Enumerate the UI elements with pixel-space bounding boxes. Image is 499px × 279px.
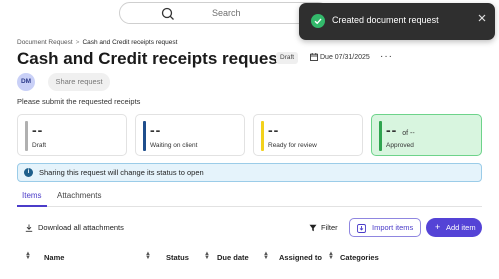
breadcrumb: Document Request > Cash and Credit receipt…: [17, 39, 177, 46]
status-label: Approved: [386, 142, 414, 149]
calendar-icon: [310, 53, 318, 61]
status-color-bar: [379, 121, 382, 151]
status-color-bar: [261, 121, 264, 151]
check-circle-icon: [311, 14, 325, 28]
filter-button[interactable]: Filter: [309, 223, 338, 232]
info-banner: i Sharing this request will change its s…: [17, 163, 482, 182]
info-icon: i: [24, 168, 33, 177]
tab-bar: Items Attachments: [17, 188, 482, 207]
breadcrumb-parent-link[interactable]: Document Request: [17, 39, 73, 46]
status-card-ready-for-review[interactable]: -- Ready for review: [253, 114, 363, 156]
status-count: --: [32, 122, 44, 138]
plus-icon: +: [435, 222, 441, 232]
active-tab-indicator: [17, 205, 47, 207]
approved-of-total: of --: [402, 130, 415, 137]
status-card-approved[interactable]: -- of -- Approved: [371, 114, 482, 156]
download-all-button[interactable]: Download all attachments: [25, 223, 124, 232]
status-card-draft[interactable]: -- Draft: [17, 114, 127, 156]
request-instructions: Please submit the requested receipts: [17, 97, 141, 106]
sort-assigned-to-icon[interactable]: ▲ ▼: [328, 251, 334, 261]
column-header-status[interactable]: Status: [166, 253, 189, 262]
status-label: Draft: [32, 142, 47, 149]
toast-message: Created document request: [332, 15, 439, 25]
sort-name-icon[interactable]: ▲ ▼: [145, 251, 151, 261]
column-header-name[interactable]: Name: [44, 253, 64, 262]
column-header-assigned-to[interactable]: Assigned to: [279, 253, 322, 262]
due-date[interactable]: Due 07/31/2025: [310, 53, 370, 61]
select-sort-icon[interactable]: ▲ ▼: [25, 251, 31, 261]
breadcrumb-separator: >: [75, 39, 80, 46]
search-placeholder: Search: [212, 8, 241, 18]
import-items-button[interactable]: Import items: [349, 218, 421, 237]
search-input[interactable]: Search: [119, 2, 329, 24]
status-count: --: [268, 122, 280, 138]
table-header: ▲ ▼ Name ▲ ▼ Status ▲ ▼ Due date ▲ ▼ Assigne…: [17, 249, 482, 265]
share-request-button[interactable]: Share request: [48, 73, 110, 91]
sort-due-date-icon[interactable]: ▲ ▼: [263, 251, 269, 261]
status-color-bar: [143, 121, 146, 151]
download-icon: [25, 224, 33, 232]
breadcrumb-current: Cash and Credit receipts request: [82, 39, 178, 46]
status-badge: Draft: [276, 52, 299, 64]
status-label: Waiting on client: [150, 142, 198, 149]
add-item-button[interactable]: + Add item: [426, 218, 482, 237]
add-item-label: Add item: [446, 223, 476, 232]
filter-label: Filter: [321, 223, 338, 232]
tab-attachments[interactable]: Attachments: [57, 191, 101, 200]
info-banner-text: Sharing this request will change its sta…: [39, 168, 204, 177]
filter-icon: [309, 224, 317, 232]
sort-status-icon[interactable]: ▲ ▼: [204, 251, 210, 261]
status-label: Ready for review: [268, 142, 317, 149]
status-count: --: [150, 122, 162, 138]
toast-notification: Created document request: [299, 3, 495, 40]
approved-count: --: [386, 122, 398, 138]
import-items-label: Import items: [372, 223, 414, 232]
column-header-categories[interactable]: Categories: [340, 253, 379, 262]
download-all-label: Download all attachments: [38, 223, 124, 232]
status-color-bar: [25, 121, 28, 151]
status-card-waiting-on-client[interactable]: -- Waiting on client: [135, 114, 245, 156]
page-title: Cash and Credit receipts request: [17, 49, 284, 68]
more-options-icon[interactable]: ···: [380, 51, 393, 62]
search-icon: [161, 7, 174, 20]
import-icon: [357, 224, 366, 233]
column-header-due-date[interactable]: Due date: [217, 253, 249, 262]
avatar[interactable]: DM: [17, 73, 35, 91]
tab-items[interactable]: Items: [22, 191, 42, 200]
due-date-label: Due 07/31/2025: [320, 53, 370, 61]
status-count: -- of --: [386, 122, 415, 138]
close-icon[interactable]: [477, 13, 487, 23]
